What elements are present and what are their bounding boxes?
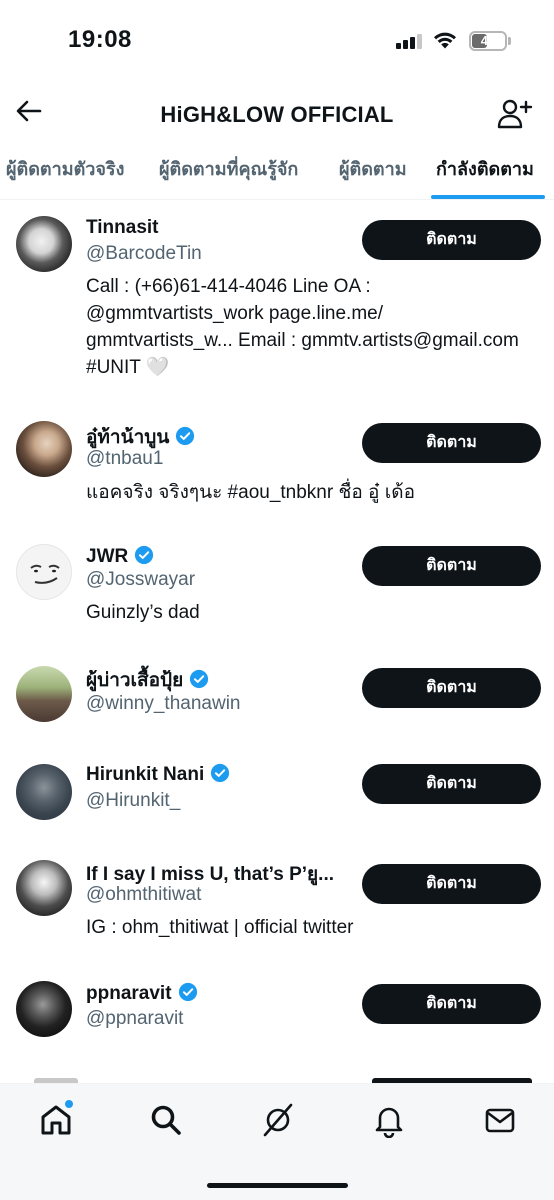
follow-button[interactable]: ติดตาม [362,864,541,904]
face-icon [30,564,60,584]
tab-followers[interactable]: ผู้ติดตาม [339,146,407,199]
battery-tip [508,37,511,45]
avatar[interactable] [16,666,72,722]
avatar[interactable] [16,421,72,477]
tab-verified-followers[interactable]: ผู้ติดตามตัวจริง [6,146,124,199]
follow-button[interactable]: ติดตาม [362,546,541,586]
avatar[interactable] [16,544,72,600]
follow-button[interactable]: ติดตาม [362,984,541,1024]
tab-followers-you-know[interactable]: ผู้ติดตามที่คุณรู้จัก [159,146,298,199]
avatar[interactable] [16,764,72,820]
search-icon[interactable] [148,1102,184,1138]
messages-icon[interactable] [482,1102,518,1138]
user-bio: IG : ohm_thitiwat | official twitter [86,917,354,938]
home-indicator [207,1183,348,1188]
follow-button[interactable]: ติดตาม [362,220,541,260]
follow-button[interactable]: ติดตาม [362,668,541,708]
status-bar: 19:08 44 [0,0,554,84]
user-bio: Call : (+66)61-414-4046 Line OA : @gmmtv… [86,276,519,378]
user-handle: @Hirunkit_ [86,790,181,811]
user-handle: @ppnaravit [86,1008,184,1029]
user-name[interactable]: JWR [86,545,154,568]
user-handle: @ohmthitiwat [86,884,202,905]
user-handle: @winny_thanawin [86,693,241,714]
tab-bar: ผู้ติดตามตัวจริง ผู้ติดตามที่คุณรู้จัก ผ… [0,146,554,200]
follow-button[interactable]: ติดตาม [362,423,541,463]
signal-icon [396,33,424,49]
user-name[interactable]: ppnaravit [86,982,198,1005]
status-time: 19:08 [68,26,132,53]
verified-badge-icon [211,763,230,783]
verified-badge-icon [178,982,197,1002]
home-icon[interactable] [38,1100,74,1138]
header: HiGH&LOW OFFICIAL [0,84,554,146]
user-name[interactable]: ผู้บ่าวเสื้อปุ้ย [86,665,209,695]
tab-following[interactable]: กำลังติดตาม [436,146,534,199]
verified-badge-icon [135,545,154,565]
verified-badge-icon [176,426,195,446]
user-handle: @Josswayar [86,569,196,590]
avatar[interactable] [16,860,72,916]
wifi-icon [434,32,456,49]
battery-level: 44 [480,33,496,48]
user-bio: แอคจริง จริงๆนะ #aou_tnbknr ชื่อ อู๋ เด้… [86,482,415,503]
avatar[interactable] [16,216,72,272]
avatar[interactable] [16,981,72,1037]
follow-button[interactable]: ติดตาม [362,764,541,804]
active-tab-indicator [431,195,545,199]
notifications-icon[interactable] [371,1102,407,1139]
user-name[interactable]: Hirunkit Nani [86,763,230,786]
home-badge-dot [65,1100,73,1108]
verified-badge-icon [190,669,209,689]
page-title: HiGH&LOW OFFICIAL [160,102,394,127]
user-bio: Guinzly’s dad [86,602,200,623]
user-handle: @tnbau1 [86,448,164,469]
battery-icon: 44 [469,31,507,51]
grok-icon[interactable] [260,1102,296,1138]
user-name[interactable]: Tinnasit [86,217,159,239]
user-handle: @BarcodeTin [86,243,202,264]
person-plus-icon[interactable] [497,98,533,130]
